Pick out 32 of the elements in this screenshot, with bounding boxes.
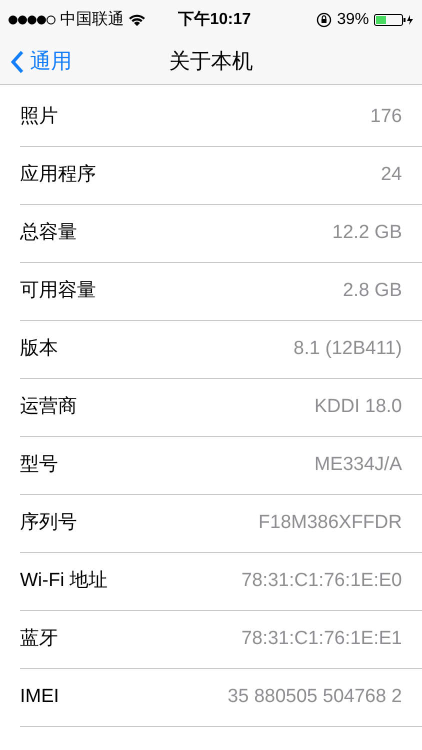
row-label: 型号 [20,453,58,478]
row-label: 版本 [20,337,58,362]
row-label: 序列号 [20,511,77,536]
row-value: 35 880505 504768 2 [228,685,402,710]
row-value: 12.2 GB [332,221,402,246]
chevron-left-icon [10,50,24,74]
back-button[interactable]: 通用 [0,46,72,78]
row-label: IMEI [20,685,60,710]
wifi-icon [128,13,146,27]
battery-icon [374,13,414,27]
rotation-lock-icon [316,12,332,28]
row-value: 8.1 (12B411) [294,337,402,362]
clock-time: 下午10:17 [178,10,251,30]
row-value: 2.8 GB [342,279,402,304]
row-value: 176 [370,105,402,130]
row-label: 可用容量 [20,279,96,304]
row-value: 24 [380,163,402,188]
row-label: 运营商 [20,395,77,420]
page-title: 关于本机 [169,49,253,76]
row-value: 78:31:C1:76:1E:E0 [241,569,402,594]
row-value: KDDI 18.0 [314,395,402,420]
battery-percent: 39% [336,10,369,30]
row-label: 照片 [20,105,58,130]
signal-icon [8,15,56,25]
row-label: 蓝牙 [20,627,58,652]
carrier-name: 中国联通 [60,10,124,30]
row-label: 应用程序 [20,163,96,188]
row-value: ME334J/A [314,453,402,478]
row-value: F18M386XFFDR [258,511,402,536]
row-value: 78:31:C1:76:1E:E1 [241,627,402,652]
row-label: Wi-Fi 地址 [20,569,108,594]
row-label: 总容量 [20,221,77,246]
